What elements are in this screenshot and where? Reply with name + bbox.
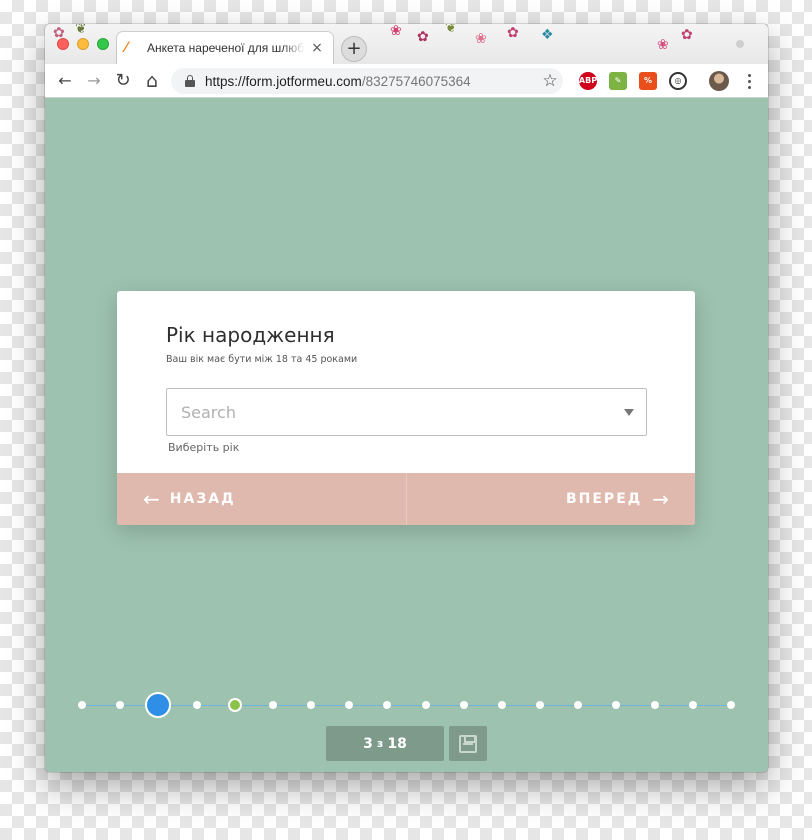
forward-arrow-icon[interactable]: → <box>82 69 106 93</box>
evernote-extension-icon[interactable]: ✎ <box>609 72 627 90</box>
form-navigation: ← НАЗАД ВПЕРЕД → <box>117 473 695 525</box>
tab-strip: ✿ ❦ ❀ ✿ ❦ ❀ ✿ ❖ ❀ ✿ ⁄ Анкета нареченої д… <box>45 24 768 64</box>
progress-track <box>82 705 732 706</box>
back-arrow-icon: ← <box>143 487 160 511</box>
profile-avatar[interactable] <box>709 71 729 91</box>
dropdown-caret-icon[interactable] <box>624 409 634 416</box>
back-button[interactable]: ← НАЗАД <box>117 473 407 525</box>
flower-decoration-icon: ✿ <box>507 25 519 41</box>
progress-step[interactable] <box>383 701 392 709</box>
progress-step[interactable] <box>650 701 659 709</box>
question-title: Рік народження <box>166 323 335 347</box>
bookmark-star-icon[interactable]: ☆ <box>538 69 562 93</box>
next-button[interactable]: ВПЕРЕД → <box>407 473 696 525</box>
flower-decoration-icon: ✿ <box>681 27 693 43</box>
next-arrow-icon: → <box>652 487 669 511</box>
leaf-decoration-icon: ❦ <box>75 24 87 37</box>
progress-step[interactable] <box>459 701 468 709</box>
progress-step[interactable] <box>688 701 697 709</box>
flower-decoration-icon: ❀ <box>475 31 487 47</box>
progress-step[interactable] <box>612 701 621 709</box>
flower-decoration-icon: ❀ <box>390 24 402 39</box>
current-page-number: 3 <box>363 735 373 752</box>
leaf-decoration-icon: ❦ <box>445 24 457 36</box>
question-subtitle: Ваш вік має бути між 18 та 45 роками <box>166 354 358 365</box>
back-arrow-icon[interactable]: ← <box>53 69 77 93</box>
profile-indicator-icon <box>736 40 744 48</box>
select-hint: Виберіть рік <box>168 441 240 454</box>
url-host: https://form.jotformeu.com <box>205 73 362 89</box>
tab-title: Анкета нареченої для шлюбного агентства <box>147 41 305 55</box>
progress-step[interactable] <box>345 701 354 709</box>
progress-step[interactable] <box>268 701 277 709</box>
flower-decoration-icon: ✿ <box>417 29 429 45</box>
progress-step[interactable] <box>192 701 201 709</box>
jotform-favicon-icon: ⁄ <box>125 40 128 56</box>
page-separator: з <box>376 737 384 750</box>
progress-step[interactable] <box>421 701 430 709</box>
new-tab-button[interactable]: + <box>341 36 367 62</box>
progress-step[interactable] <box>116 701 125 709</box>
back-button-label: НАЗАД <box>169 491 236 507</box>
honey-extension-icon[interactable]: % <box>639 72 657 90</box>
lock-icon <box>185 75 195 87</box>
next-button-label: ВПЕРЕД <box>565 491 643 507</box>
browser-menu-icon[interactable] <box>741 70 757 92</box>
tab-close-icon[interactable]: × <box>309 40 325 56</box>
progress-step[interactable] <box>574 701 583 709</box>
adblock-extension-icon[interactable]: ABP <box>579 72 597 90</box>
total-pages-number: 18 <box>387 735 407 752</box>
window-close-button[interactable] <box>57 38 69 50</box>
form-question-card: Рік народження Ваш вік має бути між 18 т… <box>117 291 695 525</box>
url-path: /83275746075364 <box>361 73 471 89</box>
save-button[interactable] <box>449 726 487 761</box>
year-select[interactable] <box>166 388 647 436</box>
progress-step[interactable] <box>727 701 735 709</box>
progress-step[interactable] <box>536 701 545 709</box>
window-minimize-button[interactable] <box>77 38 89 50</box>
progress-step[interactable] <box>227 698 242 712</box>
reload-icon[interactable]: ↻ <box>111 69 135 93</box>
address-bar[interactable]: https://form.jotformeu.com/8327574607536… <box>171 68 563 94</box>
browser-toolbar: ← → ↻ ⌂ https://form.jotformeu.com/83275… <box>45 64 768 98</box>
butterfly-decoration-icon: ❖ <box>541 27 554 43</box>
progress-step[interactable] <box>78 701 86 709</box>
progress-step[interactable] <box>497 701 506 709</box>
browser-window: ✿ ❦ ❀ ✿ ❦ ❀ ✿ ❖ ❀ ✿ ⁄ Анкета нареченої д… <box>45 24 768 772</box>
floppy-disk-icon <box>459 734 477 753</box>
year-search-input[interactable] <box>181 402 601 422</box>
progress-step-current[interactable] <box>145 692 172 718</box>
flower-decoration-icon: ❀ <box>657 37 669 53</box>
momentum-extension-icon[interactable]: ◎ <box>669 72 687 90</box>
browser-tab[interactable]: ⁄ Анкета нареченої для шлюбного агентств… <box>117 32 333 64</box>
window-maximize-button[interactable] <box>97 38 109 50</box>
progress-step[interactable] <box>307 701 316 709</box>
page-counter: 3 з 18 <box>326 726 444 761</box>
home-icon[interactable]: ⌂ <box>140 69 164 93</box>
